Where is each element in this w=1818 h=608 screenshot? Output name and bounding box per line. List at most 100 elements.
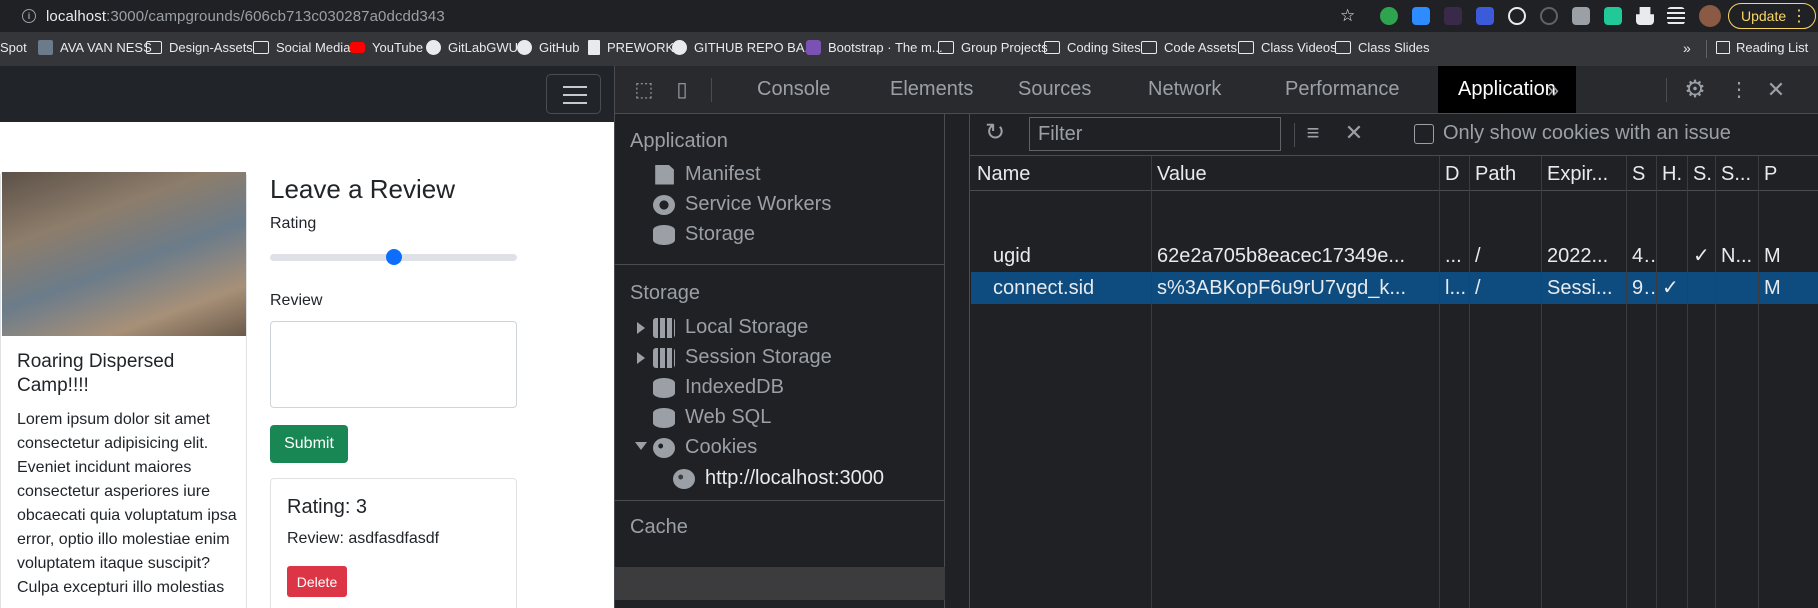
- table-icon: [653, 347, 675, 368]
- table-cell[interactable]: [1656, 240, 1687, 272]
- avatar[interactable]: [1699, 5, 1721, 27]
- delete-button[interactable]: Delete: [287, 566, 347, 597]
- kebab-menu-icon[interactable]: ⋮: [1726, 77, 1752, 103]
- extension-icon[interactable]: [1540, 7, 1558, 25]
- table-cell[interactable]: [1687, 272, 1715, 304]
- sidebar-resizer[interactable]: [946, 114, 970, 608]
- tab-performance[interactable]: Performance: [1265, 66, 1420, 113]
- bookmark-group-projects[interactable]: Group Projects: [938, 40, 1048, 55]
- table-cell[interactable]: ✓: [1656, 272, 1687, 304]
- bookmark-class-videos[interactable]: Class Videos: [1238, 40, 1337, 55]
- bookmark-code-assets[interactable]: Code Assets: [1141, 40, 1237, 55]
- cookie-name-cell[interactable]: connect.sid: [971, 272, 1151, 304]
- table-cell[interactable]: M: [1758, 272, 1818, 304]
- tree-item-session-storage[interactable]: Session Storage: [653, 346, 832, 369]
- table-cell[interactable]: Sessi...: [1541, 272, 1626, 304]
- bookmark-social-media[interactable]: Social Media: [253, 40, 350, 55]
- hamburger-menu-button[interactable]: [546, 74, 601, 114]
- device-toolbar-icon[interactable]: ▯: [669, 77, 695, 103]
- extension-icon[interactable]: [1604, 7, 1622, 25]
- slider-thumb[interactable]: [385, 249, 402, 265]
- tree-item-service-workers[interactable]: Service Workers: [653, 193, 831, 216]
- bookmark-github[interactable]: GitHub: [517, 40, 579, 55]
- more-tabs-icon[interactable]: »: [1540, 77, 1566, 103]
- submit-button[interactable]: Submit: [270, 425, 348, 463]
- url-field[interactable]: localhost:3000/campgrounds/606cb713c0302…: [46, 8, 445, 25]
- bookmarks-overflow-icon[interactable]: »: [1683, 40, 1691, 56]
- puzzle-icon[interactable]: [1636, 7, 1654, 25]
- column-header[interactable]: S: [1626, 158, 1656, 190]
- tree-item-cookies[interactable]: Cookies: [653, 436, 757, 459]
- column-header[interactable]: S.: [1687, 158, 1715, 190]
- review-textarea[interactable]: [270, 321, 517, 408]
- bookmark-spot[interactable]: Spot: [0, 40, 27, 55]
- tree-item-web-sql[interactable]: Web SQL: [653, 406, 771, 429]
- tree-item-manifest[interactable]: Manifest: [653, 163, 761, 186]
- bookmark-class-slides[interactable]: Class Slides: [1335, 40, 1430, 55]
- column-header[interactable]: P: [1758, 158, 1818, 190]
- column-header[interactable]: Expir...: [1541, 158, 1626, 190]
- inspect-element-icon[interactable]: ⬚: [631, 77, 657, 103]
- bookmark-gitlabgwu[interactable]: GitLabGWU: [426, 40, 518, 55]
- close-devtools-icon[interactable]: ✕: [1763, 77, 1789, 103]
- collapse-arrow-icon[interactable]: [635, 442, 647, 450]
- settings-gear-icon[interactable]: ⚙: [1682, 77, 1708, 103]
- extension-icon[interactable]: [1476, 7, 1494, 25]
- column-header[interactable]: S...: [1715, 158, 1758, 190]
- camera-icon[interactable]: [1572, 7, 1590, 25]
- bookmark-star-icon[interactable]: ☆: [1340, 6, 1355, 26]
- bookmarks-bar: Spot AVA VAN NESS Design-Assets Social Medi…: [0, 32, 1818, 66]
- react-devtools-icon[interactable]: [1508, 7, 1526, 25]
- bookmark-design-assets[interactable]: Design-Assets: [146, 40, 253, 55]
- column-header[interactable]: D: [1439, 158, 1469, 190]
- table-cell[interactable]: l...: [1439, 272, 1469, 304]
- table-cell[interactable]: N...: [1715, 240, 1758, 272]
- extension-zoom-icon[interactable]: [1412, 7, 1430, 25]
- table-cell[interactable]: /: [1469, 240, 1541, 272]
- table-cell[interactable]: 4...: [1626, 240, 1656, 272]
- filter-input[interactable]: Filter: [1029, 117, 1281, 151]
- media-queue-icon[interactable]: [1667, 7, 1685, 25]
- clear-all-icon[interactable]: ✕: [1341, 120, 1367, 146]
- rating-slider[interactable]: [270, 249, 517, 265]
- cookie-name-cell[interactable]: ugid: [971, 240, 1151, 272]
- tab-elements[interactable]: Elements: [870, 66, 993, 113]
- update-button[interactable]: Update ⋮: [1728, 3, 1816, 29]
- tree-item-indexeddb[interactable]: IndexedDB: [653, 376, 784, 399]
- table-cell[interactable]: s%3ABKopF6u9rU7vgd_k...: [1151, 272, 1439, 304]
- column-header[interactable]: Value: [1151, 158, 1439, 190]
- tree-item-storage[interactable]: Storage: [653, 223, 755, 246]
- column-header[interactable]: Name: [971, 158, 1151, 190]
- table-cell[interactable]: [1715, 272, 1758, 304]
- only-issues-checkbox[interactable]: [1414, 124, 1434, 144]
- bookmark-prework[interactable]: PREWORK: [588, 40, 674, 55]
- expand-arrow-icon[interactable]: [637, 352, 645, 364]
- reading-list-button[interactable]: Reading List: [1706, 40, 1808, 58]
- bookmark-coding-sites[interactable]: Coding Sites: [1044, 40, 1141, 55]
- bookmark-github-repo-ba[interactable]: GITHUB REPO BA...: [672, 40, 815, 55]
- bookmark-youtube[interactable]: YouTube: [350, 40, 423, 55]
- site-info-icon[interactable]: i: [22, 9, 36, 23]
- tree-item-local-storage[interactable]: Local Storage: [653, 316, 808, 339]
- tab-network[interactable]: Network: [1128, 66, 1241, 113]
- tab-console[interactable]: Console: [737, 66, 850, 113]
- refresh-icon[interactable]: ↻: [982, 120, 1008, 146]
- table-cell[interactable]: /: [1469, 272, 1541, 304]
- table-cell[interactable]: 2022...: [1541, 240, 1626, 272]
- tree-item-cookie-origin[interactable]: http://localhost:3000: [673, 467, 884, 490]
- table-cell[interactable]: 9...: [1626, 272, 1656, 304]
- extension-icon[interactable]: [1444, 7, 1462, 25]
- extension-grammarly-icon[interactable]: [1380, 7, 1398, 25]
- table-cell[interactable]: ✓: [1687, 240, 1715, 272]
- clear-filtered-icon[interactable]: ≡: [1300, 120, 1326, 146]
- table-cell[interactable]: M: [1758, 240, 1818, 272]
- table-cell[interactable]: ...: [1439, 240, 1469, 272]
- bookmark-bootstrap-the-m[interactable]: Bootstrap · The m...: [806, 40, 943, 55]
- expand-arrow-icon[interactable]: [637, 322, 645, 334]
- tab-sources[interactable]: Sources: [998, 66, 1111, 113]
- table-cell[interactable]: 62e2a705b8eacec17349e...: [1151, 240, 1439, 272]
- cookie-icon: [673, 468, 695, 489]
- column-header[interactable]: Path: [1469, 158, 1541, 190]
- bookmark-ava-van-ness[interactable]: AVA VAN NESS: [38, 40, 152, 55]
- column-header[interactable]: H.: [1656, 158, 1687, 190]
